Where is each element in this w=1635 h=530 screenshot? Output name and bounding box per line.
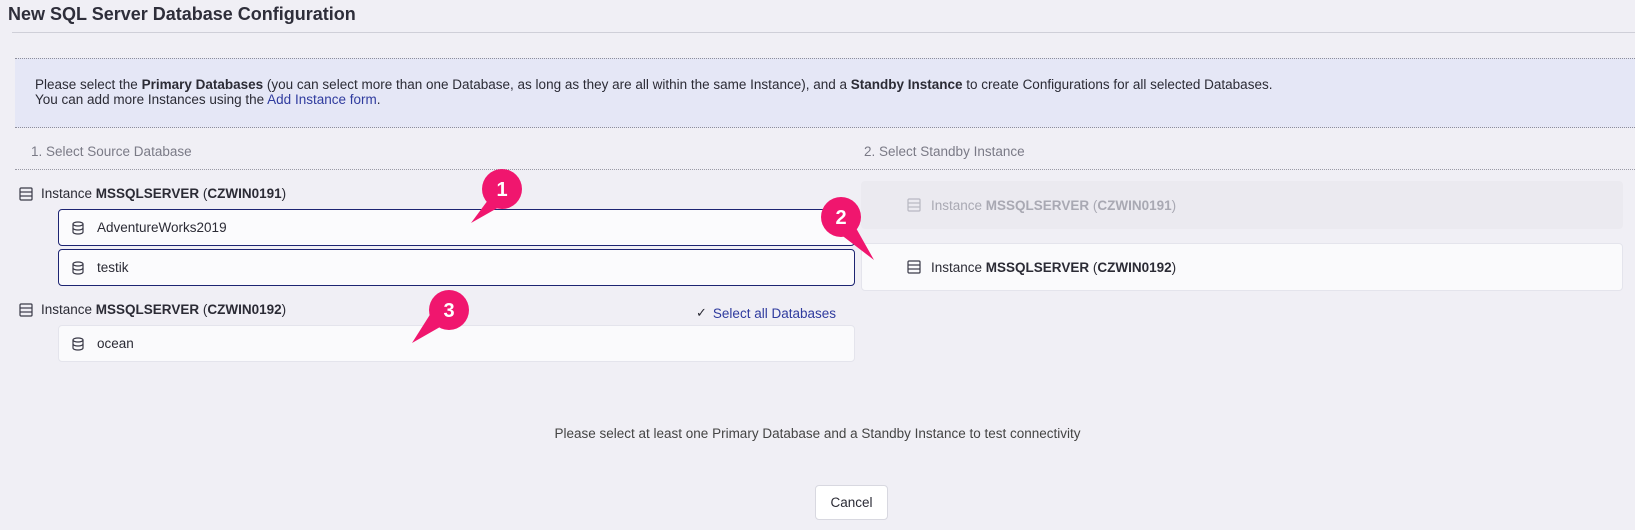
instance-paren: ) <box>281 186 287 201</box>
instance-label: Instance MSSQLSERVER (CZWIN0192) <box>41 302 286 317</box>
instance-name: MSSQLSERVER <box>95 302 200 317</box>
callout-number: 1 <box>496 179 507 201</box>
info-line-2: You can add more Instances using the Add… <box>35 92 1615 107</box>
instance-host: CZWIN0191 <box>1097 197 1172 213</box>
server-icon <box>907 260 921 274</box>
database-name: testik <box>97 260 129 275</box>
instance-label: Instance MSSQLSERVER (CZWIN0191) <box>41 186 286 201</box>
source-instance-2: Instance MSSQLSERVER (CZWIN0192) <box>19 302 286 317</box>
section-divider <box>15 169 1635 170</box>
instance-paren: ) <box>1171 197 1177 213</box>
info-bold-primary: Primary Databases <box>141 77 264 92</box>
database-icon <box>71 260 85 275</box>
select-all-label: Select all Databases <box>712 305 836 321</box>
info-text: . <box>376 92 381 107</box>
standby-instance-czwin0191: Instance MSSQLSERVER (CZWIN0191) <box>861 181 1623 229</box>
info-line-1: Please select the Primary Databases (you… <box>35 77 1615 92</box>
page-title: New SQL Server Database Configuration <box>8 4 356 24</box>
instance-prefix: Instance <box>931 197 986 213</box>
server-icon <box>907 198 921 212</box>
instance-name: MSSQLSERVER <box>985 197 1090 213</box>
database-name: ocean <box>97 336 134 351</box>
standby-instance-czwin0192[interactable]: Instance MSSQLSERVER (CZWIN0192) <box>861 243 1623 291</box>
callout-marker-3: 3 <box>407 289 471 349</box>
dialog: New SQL Server Database Configuration Pl… <box>0 0 1635 530</box>
title-divider <box>12 32 1635 33</box>
cancel-button[interactable]: Cancel <box>815 485 888 520</box>
database-icon <box>71 336 85 351</box>
info-box: Please select the Primary Databases (you… <box>15 58 1635 128</box>
instance-label: Instance MSSQLSERVER (CZWIN0192) <box>931 260 1176 275</box>
instance-label: Instance MSSQLSERVER (CZWIN0191) <box>931 198 1176 213</box>
instance-host: CZWIN0192 <box>1097 259 1172 275</box>
source-heading: 1. Select Source Database <box>31 144 192 159</box>
select-all-databases-button[interactable]: ✓ Select all Databases <box>696 305 836 321</box>
add-instance-link[interactable]: Add Instance form <box>267 92 377 107</box>
callout-number: 3 <box>443 300 454 322</box>
callout-marker-1: 1 <box>468 168 532 230</box>
instance-paren: ) <box>1171 259 1177 275</box>
server-icon <box>19 186 33 201</box>
instance-prefix: Instance <box>41 186 96 201</box>
instance-name: MSSQLSERVER <box>95 186 200 201</box>
instance-prefix: Instance <box>931 259 986 275</box>
instance-paren: ) <box>281 302 287 317</box>
database-item-adventureworks2019[interactable]: AdventureWorks2019 <box>58 209 855 246</box>
instance-host: CZWIN0191 <box>207 186 282 201</box>
info-bold-standby: Standby Instance <box>850 77 963 92</box>
source-instance-1: Instance MSSQLSERVER (CZWIN0191) <box>19 186 286 201</box>
callout-number: 2 <box>835 207 846 229</box>
database-name: AdventureWorks2019 <box>97 220 227 235</box>
standby-heading: 2. Select Standby Instance <box>864 144 1025 159</box>
info-text: Please select the <box>35 77 142 92</box>
callout-marker-2: 2 <box>815 196 875 264</box>
database-item-testik[interactable]: testik <box>58 249 855 286</box>
server-icon <box>19 302 33 317</box>
info-text: (you can select more than one Database, … <box>263 77 851 92</box>
instance-prefix: Instance <box>41 302 96 317</box>
check-icon: ✓ <box>696 305 707 320</box>
database-icon <box>71 220 85 235</box>
instance-name: MSSQLSERVER <box>985 259 1090 275</box>
connectivity-hint: Please select at least one Primary Datab… <box>554 426 1081 441</box>
instance-host: CZWIN0192 <box>207 302 282 317</box>
info-text: to create Configurations for all selecte… <box>962 77 1273 92</box>
info-text: You can add more Instances using the <box>35 92 268 107</box>
